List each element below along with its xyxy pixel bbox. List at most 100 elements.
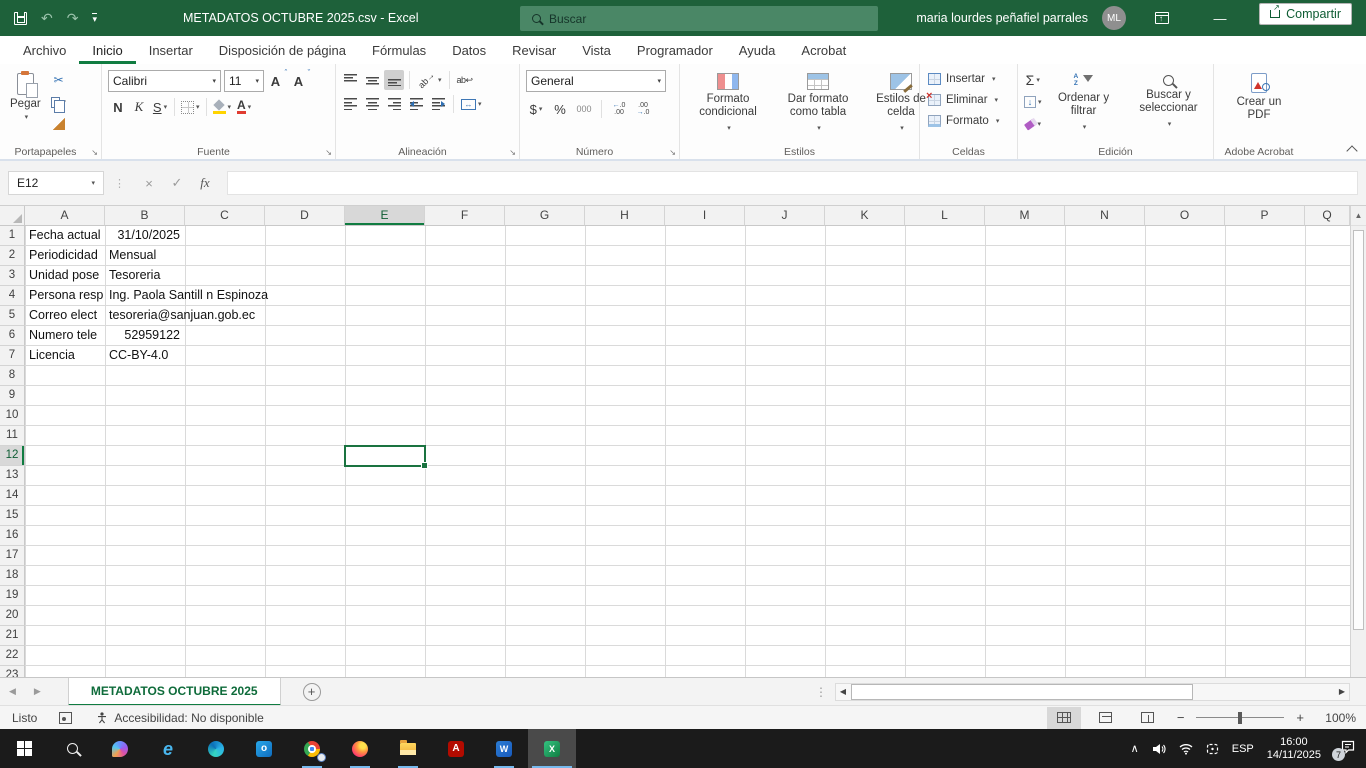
row-header-21[interactable]: 21 <box>0 626 25 646</box>
taskbar-start-button[interactable] <box>0 729 48 768</box>
row-cells-14[interactable] <box>25 486 1366 506</box>
row-header-18[interactable]: 18 <box>0 566 25 586</box>
decrease-indent-icon[interactable] <box>406 94 426 114</box>
cut-icon[interactable]: ✂ <box>49 70 69 90</box>
clipboard-dialog-launcher-icon[interactable]: ↘ <box>91 148 98 157</box>
ribbon-display-options-icon[interactable] <box>1140 0 1184 36</box>
autosum-icon[interactable]: Σ▾ <box>1022 70 1044 90</box>
row-header-1[interactable]: 1 <box>0 226 25 246</box>
orientation-icon[interactable]: ab→▾ <box>415 70 444 90</box>
column-header-E[interactable]: E <box>345 206 425 226</box>
row-cells-19[interactable] <box>25 586 1366 606</box>
row-cells-11[interactable] <box>25 426 1366 446</box>
conditional-formatting-button[interactable]: Formato condicional▾ <box>684 68 772 143</box>
tab-insertar[interactable]: Insertar <box>136 36 206 64</box>
increase-indent-icon[interactable] <box>428 94 448 114</box>
row-cells-4[interactable]: Persona respIng. Paola Santill n Espinoz… <box>25 286 1366 306</box>
find-select-button[interactable]: Buscar y seleccionar▾ <box>1124 68 1214 134</box>
horizontal-scrollbar[interactable]: ◀ ▶ <box>835 683 1350 701</box>
row-header-15[interactable]: 15 <box>0 506 25 526</box>
macro-record-icon[interactable] <box>59 712 72 724</box>
row-cells-2[interactable]: PeriodicidadMensual <box>25 246 1366 266</box>
align-right-icon[interactable] <box>384 94 404 114</box>
row-header-3[interactable]: 3 <box>0 266 25 286</box>
row-cells-12[interactable] <box>25 446 1366 466</box>
row-header-8[interactable]: 8 <box>0 366 25 386</box>
align-left-icon[interactable] <box>340 94 360 114</box>
column-header-I[interactable]: I <box>665 206 745 226</box>
redo-icon[interactable]: ↷ <box>67 11 79 25</box>
zoom-in-icon[interactable]: + <box>1292 710 1308 725</box>
wrap-text-icon[interactable]: ab↩ <box>455 70 475 90</box>
column-header-J[interactable]: J <box>745 206 825 226</box>
taskbar-internet-explorer[interactable]: e <box>144 729 192 768</box>
sheet-nav-left-icon[interactable]: ◀ <box>0 686 25 697</box>
cell-B2[interactable]: Mensual <box>105 246 160 265</box>
font-dialog-launcher-icon[interactable]: ↘ <box>325 148 332 157</box>
zoom-slider-thumb[interactable] <box>1238 712 1242 724</box>
taskbar-copilot[interactable] <box>96 729 144 768</box>
number-format-select[interactable]: General▾ <box>526 70 666 92</box>
borders-icon[interactable]: ▾ <box>179 97 202 117</box>
clear-icon[interactable]: ▾ <box>1022 114 1044 134</box>
row-cells-10[interactable] <box>25 406 1366 426</box>
alignment-dialog-launcher-icon[interactable]: ↘ <box>509 148 516 157</box>
row-header-12[interactable]: 12 <box>0 446 25 466</box>
fill-icon[interactable]: ↓▾ <box>1022 92 1044 112</box>
row-header-5[interactable]: 5 <box>0 306 25 326</box>
taskbar-file-explorer[interactable] <box>384 729 432 768</box>
underline-button[interactable]: S▾ <box>150 97 170 117</box>
row-cells-23[interactable] <box>25 666 1366 677</box>
number-dialog-launcher-icon[interactable]: ↘ <box>669 148 676 157</box>
customize-qat-icon[interactable]: ▾ <box>92 13 97 24</box>
selected-cell[interactable] <box>344 445 426 467</box>
column-header-C[interactable]: C <box>185 206 265 226</box>
cell-A2[interactable]: Periodicidad <box>25 246 104 265</box>
row-cells-17[interactable] <box>25 546 1366 566</box>
paste-button[interactable]: Pegar▾ <box>4 68 47 134</box>
row-cells-1[interactable]: Fecha actual31/10/2025 <box>25 226 1366 246</box>
zoom-out-icon[interactable]: − <box>1173 710 1189 725</box>
grow-font-icon[interactable]: Aˆ <box>267 71 287 91</box>
formula-input[interactable] <box>227 171 1358 195</box>
tab-programador[interactable]: Programador <box>624 36 726 64</box>
row-cells-16[interactable] <box>25 526 1366 546</box>
taskbar-search-button[interactable] <box>48 729 96 768</box>
row-header-19[interactable]: 19 <box>0 586 25 606</box>
insert-function-icon[interactable]: fx <box>191 175 219 191</box>
save-icon[interactable] <box>14 12 27 25</box>
enter-icon[interactable]: ✓ <box>163 175 191 191</box>
column-header-M[interactable]: M <box>985 206 1065 226</box>
cell-A7[interactable]: Licencia <box>25 346 104 365</box>
row-cells-6[interactable]: Numero tele52959122 <box>25 326 1366 346</box>
column-header-N[interactable]: N <box>1065 206 1145 226</box>
format-as-table-button[interactable]: Dar formato como tabla▾ <box>772 68 864 143</box>
clock[interactable]: 16:0014/11/2025 <box>1267 736 1321 762</box>
scroll-right-icon[interactable]: ▶ <box>1335 684 1349 700</box>
undo-icon[interactable]: ↶ <box>41 11 53 25</box>
column-header-A[interactable]: A <box>25 206 105 226</box>
minimize-button[interactable]: — <box>1198 0 1242 36</box>
cell-B7[interactable]: CC-BY-4.0 <box>105 346 172 365</box>
row-header-20[interactable]: 20 <box>0 606 25 626</box>
column-header-G[interactable]: G <box>505 206 585 226</box>
row-header-16[interactable]: 16 <box>0 526 25 546</box>
vertical-scrollbar[interactable]: ▲ <box>1350 206 1366 677</box>
cancel-icon[interactable]: × <box>135 176 163 191</box>
column-header-B[interactable]: B <box>105 206 185 226</box>
tab-inicio[interactable]: Inicio <box>79 36 135 64</box>
share-button[interactable]: Compartir <box>1259 3 1352 25</box>
font-color-icon[interactable]: A▾ <box>234 97 254 117</box>
row-header-23[interactable]: 23 <box>0 666 25 677</box>
row-header-10[interactable]: 10 <box>0 406 25 426</box>
cell-B4[interactable]: Ing. Paola Santill n Espinoza <box>105 286 272 305</box>
format-cells-button[interactable]: Formato▾ <box>924 110 1013 131</box>
percent-format-icon[interactable]: % <box>550 99 570 119</box>
column-header-H[interactable]: H <box>585 206 665 226</box>
align-center-icon[interactable] <box>362 94 382 114</box>
language-indicator[interactable]: ESP <box>1232 743 1254 755</box>
hidden-icons-chevron[interactable]: ∧ <box>1131 742 1139 755</box>
avatar[interactable]: ML <box>1102 6 1126 30</box>
accessibility-status[interactable]: Accesibilidad: No disponible <box>96 711 263 725</box>
shrink-font-icon[interactable]: Aˇ <box>290 71 310 91</box>
